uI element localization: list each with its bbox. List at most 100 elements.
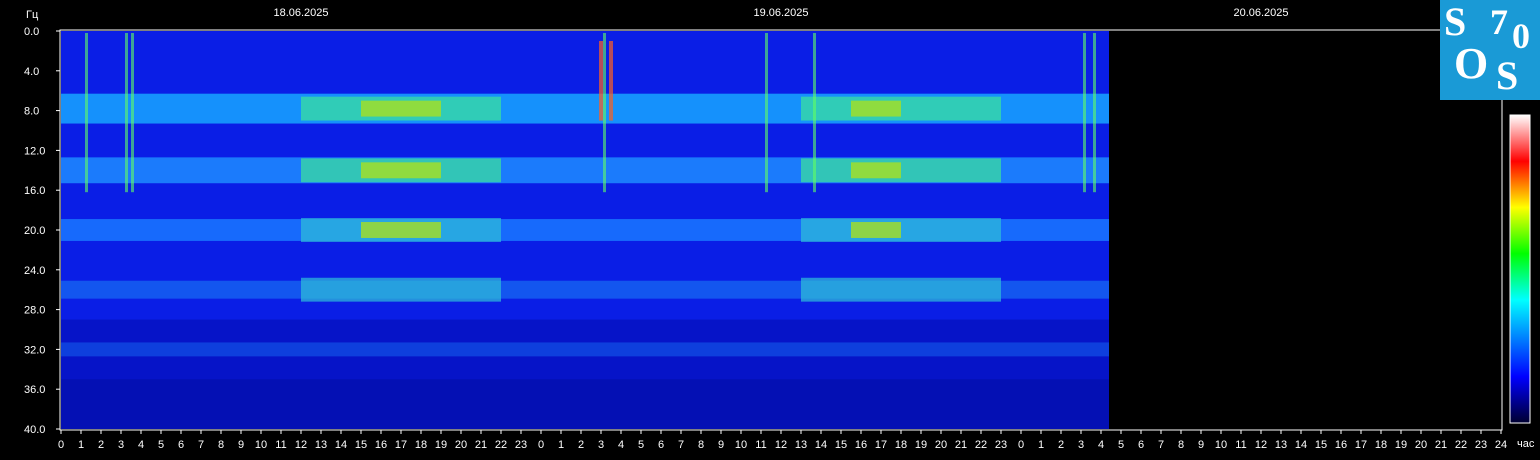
x-tick-label: 19 (915, 439, 927, 451)
y-tick-label: 16.0 (24, 185, 45, 197)
date-label: 19.06.2025 (753, 7, 808, 19)
x-tick-label: 11 (275, 439, 286, 451)
x-tick-label: 6 (1138, 439, 1144, 451)
x-tick-label: 24 (1495, 439, 1507, 451)
activity-region (301, 277, 501, 302)
x-tick-label: 22 (975, 439, 987, 451)
x-tick-label: 15 (1315, 439, 1327, 451)
x-tick-label: 16 (375, 439, 387, 451)
x-tick-label: 10 (1215, 439, 1227, 451)
x-tick-label: 19 (1395, 439, 1407, 451)
x-tick-label: 7 (1158, 439, 1164, 451)
peak-region (361, 100, 441, 117)
peak-region (361, 162, 441, 179)
logo-digit-0: 0 (1512, 16, 1530, 56)
x-tick-label: 12 (1255, 439, 1267, 451)
x-tick-label: 1 (78, 439, 84, 451)
x-tick-label: 22 (495, 439, 507, 451)
y-tick-label: 32.0 (24, 344, 45, 356)
x-tick-label: 4 (618, 439, 624, 451)
burst-peak (609, 41, 613, 121)
x-tick-label: 3 (1078, 439, 1084, 451)
x-tick-label: 8 (218, 439, 224, 451)
x-tick-label: 13 (795, 439, 807, 451)
x-tick-label: 0 (58, 439, 64, 451)
x-tick-label: 10 (255, 439, 267, 451)
x-tick-label: 5 (158, 439, 164, 451)
x-tick-label: 8 (698, 439, 704, 451)
logo-digit-7: 7 (1490, 2, 1508, 42)
colorbar (1509, 114, 1531, 424)
y-tick-label: 4.0 (24, 66, 39, 78)
x-tick-label: 14 (1295, 439, 1307, 451)
x-tick-label: 20 (935, 439, 947, 451)
x-tick-label: 4 (138, 439, 144, 451)
logo-letter-s2: S (1496, 53, 1519, 98)
x-tick-label: 11 (755, 439, 766, 451)
x-tick-label: 15 (835, 439, 847, 451)
x-tick-label: 3 (598, 439, 604, 451)
x-tick-label: 15 (355, 439, 367, 451)
x-tick-label: 22 (1455, 439, 1467, 451)
x-tick-label: 18 (415, 439, 427, 451)
x-tick-label: 21 (1435, 439, 1447, 451)
burst-line (1093, 33, 1096, 193)
x-tick-label: 17 (395, 439, 407, 451)
burst-line (603, 33, 606, 193)
y-tick-label: 8.0 (24, 106, 39, 118)
x-tick-label: 2 (578, 439, 584, 451)
x-tick-label: 17 (1355, 439, 1367, 451)
x-tick-label: 7 (678, 439, 684, 451)
x-tick-label: 18 (1375, 439, 1387, 451)
x-tick-label: 1 (1038, 439, 1044, 451)
peak-region (851, 162, 901, 179)
x-tick-label: 21 (955, 439, 967, 451)
x-tick-label: 7 (198, 439, 204, 451)
y-tick-label: 40.0 (24, 424, 45, 436)
y-tick-label: 24.0 (24, 265, 45, 277)
burst-line (1083, 33, 1086, 193)
activity-region (801, 277, 1001, 302)
y-tick-label: 20.0 (24, 225, 45, 237)
burst-peak (599, 41, 603, 121)
burst-line (131, 33, 134, 193)
peak-region (851, 100, 901, 117)
x-tick-label: 9 (1198, 439, 1204, 451)
data-region (61, 31, 1109, 429)
x-tick-label: 13 (1275, 439, 1287, 451)
x-tick-label: 4 (1098, 439, 1104, 451)
x-tick-label: 6 (178, 439, 184, 451)
x-tick-label: 17 (875, 439, 887, 451)
x-tick-label: 2 (98, 439, 104, 451)
y-tick-label: 36.0 (24, 384, 45, 396)
x-tick-label: 23 (995, 439, 1007, 451)
burst-line (765, 33, 768, 193)
x-tick-label: 5 (1118, 439, 1124, 451)
x-tick-label: 8 (1178, 439, 1184, 451)
peak-region (851, 222, 901, 238)
x-tick-label: 12 (295, 439, 307, 451)
x-tick-label: 23 (515, 439, 527, 451)
x-tick-label: 20 (1415, 439, 1427, 451)
x-axis-label: час (1517, 438, 1535, 450)
logo-letter-s1: S (1444, 0, 1467, 44)
x-tick-label: 0 (538, 439, 544, 451)
x-tick-label: 16 (855, 439, 867, 451)
y-tick-label: 12.0 (24, 145, 45, 157)
burst-line (125, 33, 128, 193)
y-tick-label: 0.0 (24, 26, 39, 38)
sos70-logo: S 7 0 O S (1440, 0, 1540, 100)
x-tick-label: 20 (455, 439, 467, 451)
x-tick-label: 12 (775, 439, 787, 451)
x-tick-label: 1 (558, 439, 564, 451)
x-tick-label: 19 (435, 439, 447, 451)
date-label: 18.06.2025 (273, 7, 328, 19)
x-tick-label: 21 (475, 439, 487, 451)
x-tick-label: 10 (735, 439, 747, 451)
x-tick-label: 3 (118, 439, 124, 451)
spectrogram-chart: Гц 0.0 4.0 8.0 12.0 16.0 20.0 24.0 28.0 32.0 36.0… (24, 7, 1535, 451)
x-tick-label: 18 (895, 439, 907, 451)
x-tick-label: 11 (1235, 439, 1246, 451)
x-tick-label: 16 (1335, 439, 1347, 451)
logo-letter-o: O (1454, 39, 1489, 88)
